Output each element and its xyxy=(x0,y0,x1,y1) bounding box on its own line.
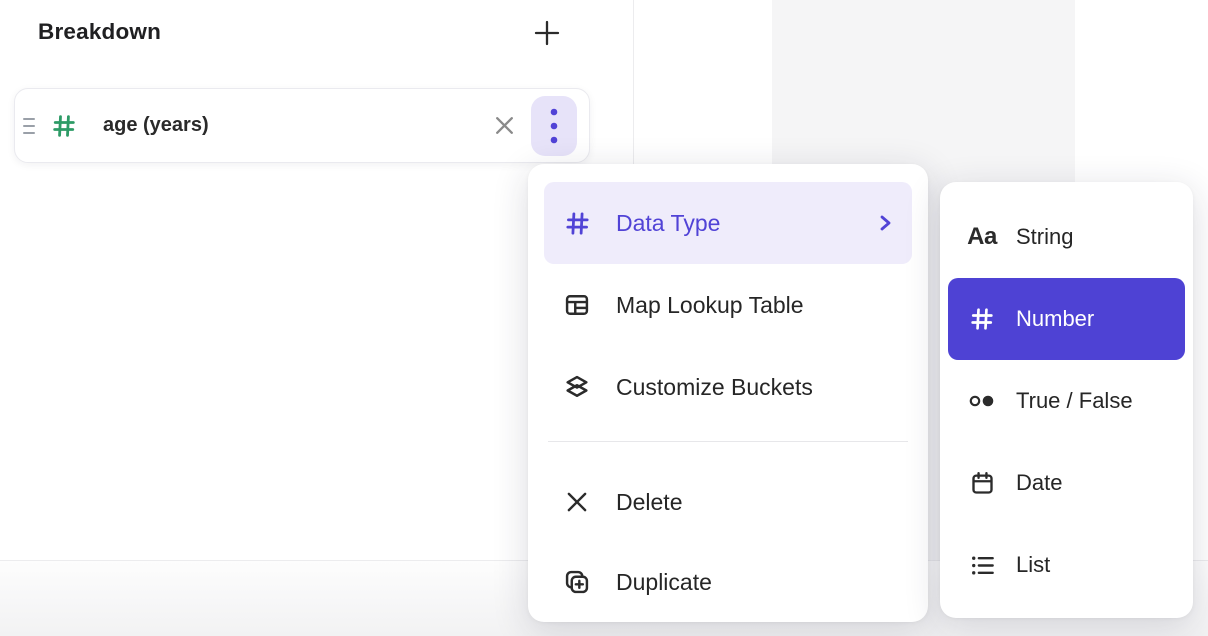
context-menu: Data Type Map Lookup Table Customize Buc… xyxy=(528,164,928,622)
menu-item-label: Data Type xyxy=(616,210,720,237)
breakdown-field-chip[interactable]: age (years) xyxy=(14,88,590,163)
submenu-item-label: List xyxy=(1016,552,1050,578)
string-icon: Aa xyxy=(966,223,998,251)
submenu-item-label: True / False xyxy=(1016,388,1133,414)
submenu-item-label: Date xyxy=(1016,470,1062,496)
hash-icon xyxy=(966,305,998,333)
table-icon xyxy=(562,291,592,319)
x-icon xyxy=(562,489,592,515)
submenu-item-label: Number xyxy=(1016,306,1094,332)
menu-item-delete[interactable]: Delete xyxy=(544,462,912,542)
menu-item-label: Map Lookup Table xyxy=(616,292,804,319)
remove-field-button[interactable] xyxy=(487,109,521,143)
submenu-item-string[interactable]: Aa String xyxy=(948,196,1185,278)
menu-divider xyxy=(548,441,908,442)
menu-item-label: Duplicate xyxy=(616,569,712,596)
field-label: age (years) xyxy=(103,114,209,137)
menu-item-duplicate[interactable]: Duplicate xyxy=(544,542,912,622)
field-menu-button[interactable] xyxy=(531,96,577,156)
chevron-right-icon xyxy=(877,213,894,233)
submenu-item-true-false[interactable]: True / False xyxy=(948,360,1185,442)
calendar-icon xyxy=(966,470,998,497)
menu-item-label: Customize Buckets xyxy=(616,374,813,401)
hash-icon xyxy=(562,209,592,238)
submenu-item-date[interactable]: Date xyxy=(948,442,1185,524)
plus-icon xyxy=(532,18,562,48)
boolean-circles-icon xyxy=(966,389,998,413)
menu-item-customize-buckets[interactable]: Customize Buckets xyxy=(544,346,912,428)
dots-vertical-icon xyxy=(550,108,558,144)
close-icon xyxy=(492,113,517,138)
drag-handle-icon[interactable] xyxy=(23,118,37,134)
layers-icon xyxy=(562,373,592,401)
submenu-item-label: String xyxy=(1016,224,1073,250)
submenu-item-number[interactable]: Number xyxy=(948,278,1185,360)
duplicate-icon xyxy=(562,568,592,596)
add-breakdown-button[interactable] xyxy=(528,14,566,52)
menu-item-data-type[interactable]: Data Type xyxy=(544,182,912,264)
submenu-item-list[interactable]: List xyxy=(948,524,1185,606)
list-icon xyxy=(966,552,998,579)
number-type-hash-icon xyxy=(50,112,78,140)
menu-item-map-lookup-table[interactable]: Map Lookup Table xyxy=(544,264,912,346)
page-title: Breakdown xyxy=(38,19,161,45)
menu-item-label: Delete xyxy=(616,489,682,516)
data-type-submenu: Aa String Number True / False xyxy=(940,182,1193,618)
